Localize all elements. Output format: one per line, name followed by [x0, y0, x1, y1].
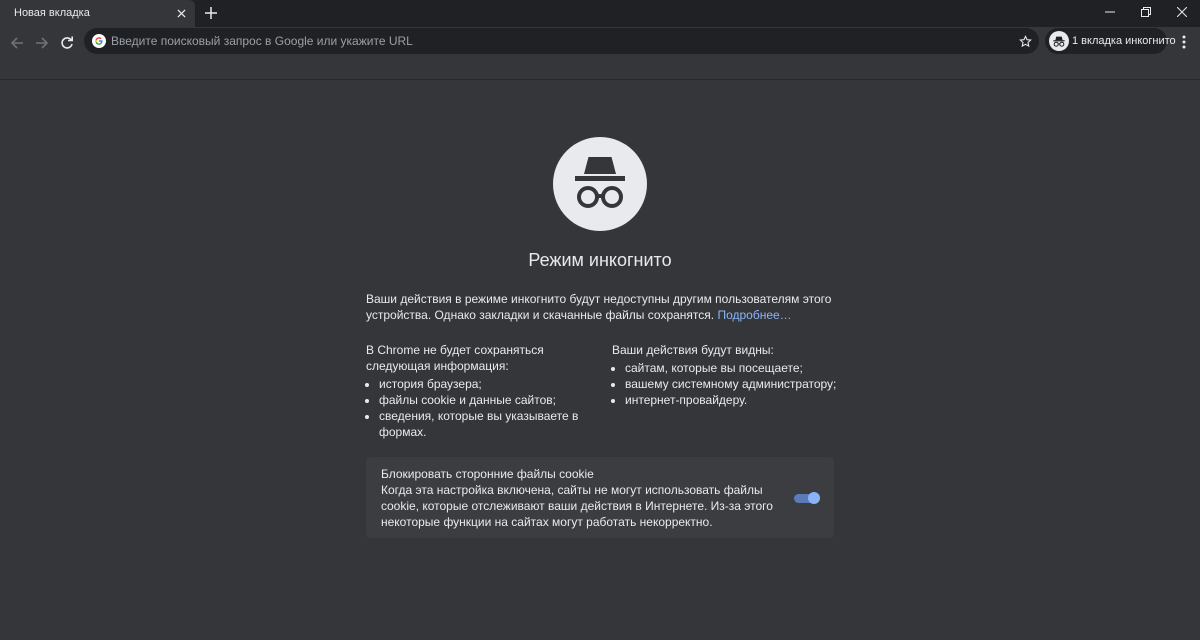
cookie-card-title: Блокировать сторонние файлы cookie: [381, 467, 594, 481]
restore-icon[interactable]: [1128, 0, 1164, 24]
bookmark-star-icon[interactable]: [1017, 33, 1033, 49]
visible-to-title: Ваши действия будут видны:: [612, 343, 774, 357]
list-item: сайтам, которые вы посещаете;: [625, 360, 837, 376]
more-vert-icon[interactable]: [1176, 32, 1192, 52]
forward-arrow-icon[interactable]: [31, 32, 53, 54]
not-saved-section: В Chrome не будет сохраняться следующая …: [366, 342, 581, 440]
new-tab-button[interactable]: [202, 4, 220, 22]
toggle-knob: [808, 492, 820, 504]
close-tab-icon[interactable]: [174, 6, 188, 20]
intro-paragraph: Ваши действия в режиме инкогнито будут н…: [366, 291, 836, 323]
learn-more-link[interactable]: Подробнее…: [717, 308, 791, 322]
close-window-icon[interactable]: [1164, 0, 1200, 24]
list-item: история браузера;: [379, 376, 581, 392]
search-input[interactable]: [111, 28, 991, 54]
page-title: Режим инкогнито: [528, 250, 672, 270]
list-item: интернет-провайдеру.: [625, 392, 837, 408]
incognito-avatar-icon: [1049, 31, 1069, 51]
toolbar: 1 вкладка инкогнито: [0, 27, 1200, 80]
visible-to-section: Ваши действия будут видны: сайтам, котор…: [612, 342, 837, 408]
google-g-icon: [92, 34, 106, 48]
list-item: файлы cookie и данные сайтов;: [379, 392, 581, 408]
tab-title: Новая вкладка: [14, 7, 90, 19]
cookie-card-text: Блокировать сторонние файлы cookie Когда…: [381, 466, 776, 530]
visible-to-list: сайтам, которые вы посещаете; вашему сис…: [612, 360, 837, 408]
reload-icon[interactable]: [56, 32, 78, 54]
block-cookies-toggle[interactable]: [794, 492, 820, 504]
incognito-profile-label: 1 вкладка инкогнито: [1072, 35, 1176, 47]
list-item: вашему системному администратору;: [625, 376, 837, 392]
back-arrow-icon[interactable]: [6, 32, 28, 54]
cookie-card-description: Когда эта настройка включена, сайты не м…: [381, 483, 773, 529]
incognito-profile-button[interactable]: 1 вкладка инкогнито: [1045, 28, 1176, 54]
not-saved-title: В Chrome не будет сохраняться следующая …: [366, 343, 544, 373]
not-saved-list: история браузера; файлы cookie и данные …: [366, 376, 581, 440]
tab-new-tab[interactable]: Новая вкладка: [0, 0, 195, 27]
incognito-hero-icon: [553, 137, 647, 231]
tab-strip: Новая вкладка: [0, 0, 1200, 27]
omnibox[interactable]: [84, 28, 1039, 54]
list-item: сведения, которые вы указываете в формах…: [379, 408, 581, 440]
cookie-controls-card: Блокировать сторонние файлы cookie Когда…: [366, 457, 834, 538]
minimize-icon[interactable]: [1092, 0, 1128, 24]
